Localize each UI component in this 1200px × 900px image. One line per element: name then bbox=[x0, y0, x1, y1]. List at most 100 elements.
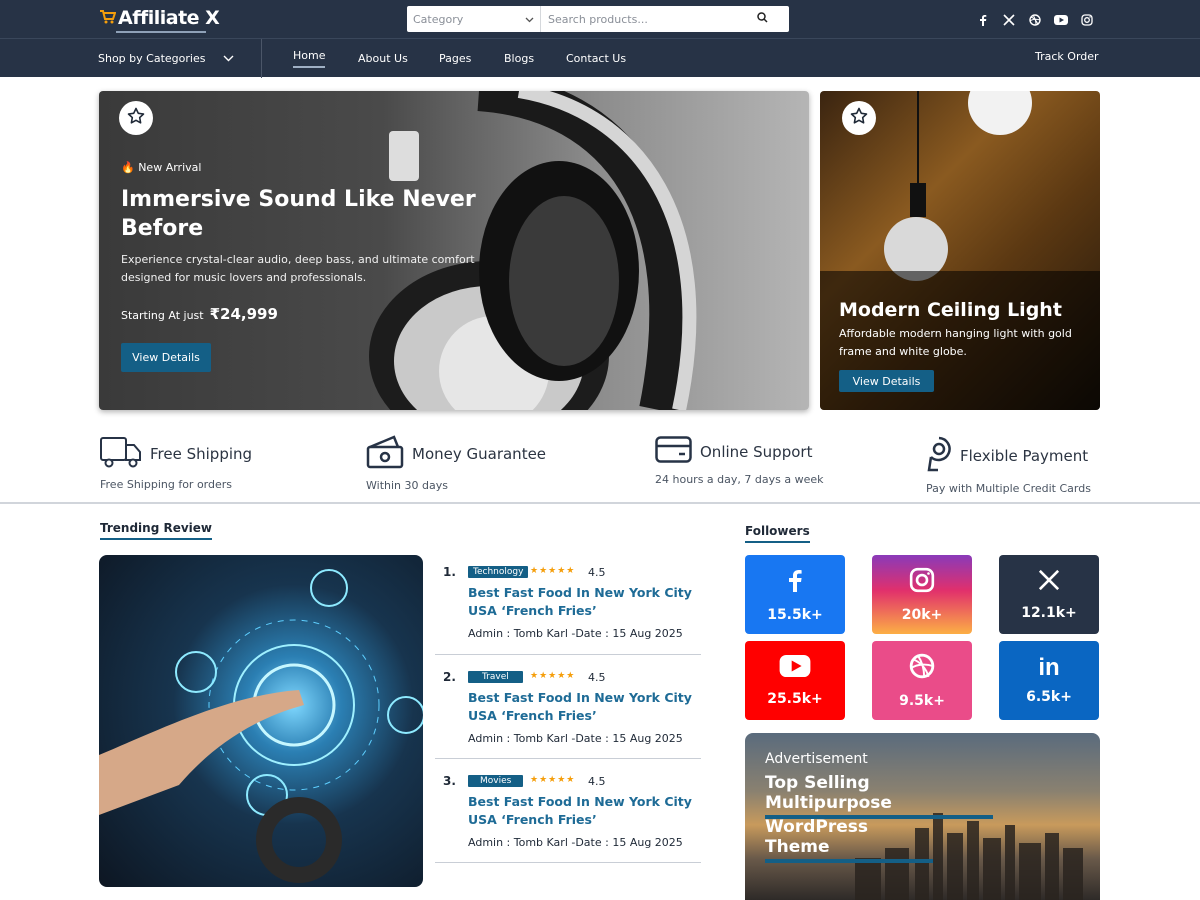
follower-count: 12.1k+ bbox=[1021, 604, 1077, 621]
linkedin-icon: in bbox=[1038, 653, 1060, 681]
side-banner-description: Affordable modern hanging light with gol… bbox=[839, 327, 1072, 358]
category-select[interactable]: Category bbox=[407, 6, 541, 32]
main-nav: Shop by Categories Home About Us Pages B… bbox=[0, 38, 1200, 78]
search-input[interactable]: Search products... bbox=[541, 12, 789, 26]
hero-view-details-button[interactable]: View Details bbox=[121, 343, 211, 372]
shop-by-categories-label: Shop by Categories bbox=[98, 52, 206, 65]
shop-by-categories-button[interactable]: Shop by Categories bbox=[98, 52, 234, 65]
side-banner: Modern Ceiling Light Affordable modern h… bbox=[820, 91, 1100, 410]
star-icon bbox=[850, 107, 868, 129]
dribbble-icon[interactable] bbox=[1028, 14, 1042, 26]
tag-label: New Arrival bbox=[138, 161, 202, 174]
rating-value: 4.5 bbox=[588, 775, 606, 788]
hero-description: Experience crystal-clear audio, deep bas… bbox=[121, 253, 475, 284]
ad-label: Advertisement bbox=[765, 751, 868, 767]
nav-item-blogs[interactable]: Blogs bbox=[504, 52, 534, 65]
feature-title: Flexible Payment bbox=[960, 447, 1089, 465]
feature-money-guarantee: Money Guarantee Within 30 days bbox=[366, 435, 546, 492]
side-banner-title: Modern Ceiling Light bbox=[839, 299, 1062, 321]
follower-card-x[interactable]: 12.1k+ bbox=[999, 555, 1099, 634]
nav-item-contact-us[interactable]: Contact Us bbox=[566, 52, 626, 65]
rating-value: 4.5 bbox=[588, 566, 606, 579]
feature-title: Online Support bbox=[700, 442, 813, 461]
favorite-button[interactable] bbox=[842, 101, 876, 135]
price-label: Starting At just bbox=[121, 309, 204, 322]
facebook-icon bbox=[787, 567, 803, 597]
youtube-icon bbox=[779, 654, 811, 681]
features-strip: Free Shipping Free Shipping for orders M… bbox=[0, 430, 1200, 504]
review-meta: Admin : Tomb Karl -Date : 15 Aug 2025 bbox=[468, 836, 683, 849]
follower-card-facebook[interactable]: 15.5k+ bbox=[745, 555, 845, 634]
track-order-link[interactable]: Track Order bbox=[1035, 50, 1099, 63]
search-icon[interactable] bbox=[757, 12, 768, 26]
feature-subtitle: Within 30 days bbox=[366, 479, 448, 492]
feature-online-support: Online Support 24 hours a day, 7 days a … bbox=[655, 436, 823, 486]
review-number: 3. bbox=[443, 774, 456, 788]
review-title-link[interactable]: Best Fast Food In New York City USA ‘Fre… bbox=[468, 793, 703, 829]
hero-banner: 🔥 New Arrival Immersive Sound Like Never… bbox=[99, 91, 809, 410]
chevron-down-icon bbox=[223, 52, 234, 65]
rating-value: 4.5 bbox=[588, 671, 606, 684]
dribbble-icon bbox=[909, 653, 935, 683]
review-number: 2. bbox=[443, 670, 456, 684]
review-item[interactable]: 1. Technology ★★★★★ 4.5 Best Fast Food I… bbox=[435, 565, 701, 655]
logo[interactable]: Affiliate X bbox=[100, 7, 220, 29]
follower-count: 15.5k+ bbox=[767, 606, 823, 623]
followers-heading: Followers bbox=[745, 524, 810, 543]
follower-count: 20k+ bbox=[901, 606, 943, 623]
truck-icon bbox=[100, 436, 142, 472]
review-category-badge[interactable]: Travel bbox=[468, 671, 523, 683]
hero-price: Starting At just ₹24,999 bbox=[121, 305, 278, 323]
feature-title: Money Guarantee bbox=[412, 445, 547, 463]
nav-item-home[interactable]: Home bbox=[293, 49, 326, 68]
fire-icon: 🔥 bbox=[121, 161, 135, 174]
money-icon bbox=[366, 435, 404, 473]
review-meta: Admin : Tomb Karl -Date : 15 Aug 2025 bbox=[468, 732, 683, 745]
nav-divider bbox=[261, 39, 262, 78]
feature-subtitle: Free Shipping for orders bbox=[100, 478, 233, 491]
nav-item-about-us[interactable]: About Us bbox=[358, 52, 408, 65]
review-item[interactable]: 2. Travel ★★★★★ 4.5 Best Fast Food In Ne… bbox=[435, 670, 701, 759]
price-value: ₹24,999 bbox=[209, 305, 278, 323]
instagram-icon[interactable] bbox=[1080, 14, 1094, 26]
review-category-badge[interactable]: Technology bbox=[468, 566, 529, 578]
search-placeholder: Search products... bbox=[548, 12, 648, 26]
favorite-button[interactable] bbox=[119, 101, 153, 135]
trending-heading: Trending Review bbox=[100, 521, 213, 540]
follower-card-youtube[interactable]: 25.5k+ bbox=[745, 641, 845, 720]
review-item[interactable]: 3. Movies ★★★★★ 4.5 Best Fast Food In Ne… bbox=[435, 774, 701, 863]
ad-headline-2: WordPress Theme bbox=[765, 817, 933, 863]
follower-card-instagram[interactable]: 20k+ bbox=[872, 555, 972, 634]
feature-flexible-payment: Flexible Payment Pay with Multiple Credi… bbox=[926, 436, 1091, 495]
star-icon bbox=[127, 107, 145, 129]
trending-image[interactable] bbox=[99, 555, 423, 887]
chevron-down-icon bbox=[525, 13, 534, 26]
follower-card-linkedin[interactable]: in 6.5k+ bbox=[999, 641, 1099, 720]
advertisement-banner[interactable]: Advertisement Top Selling Multipurpose W… bbox=[745, 733, 1100, 900]
x-icon bbox=[1038, 569, 1060, 595]
rating-stars: ★★★★★ bbox=[530, 671, 576, 681]
review-title-link[interactable]: Best Fast Food In New York City USA ‘Fre… bbox=[468, 689, 703, 725]
review-title-link[interactable]: Best Fast Food In New York City USA ‘Fre… bbox=[468, 584, 703, 620]
nav-item-pages[interactable]: Pages bbox=[439, 52, 471, 65]
follower-card-dribbble[interactable]: 9.5k+ bbox=[872, 641, 972, 720]
payment-icon bbox=[926, 436, 952, 476]
category-placeholder: Category bbox=[413, 12, 464, 26]
feature-free-shipping: Free Shipping Free Shipping for orders bbox=[100, 436, 252, 491]
cart-icon bbox=[100, 7, 117, 29]
top-bar: Affiliate X Category Search products... bbox=[0, 0, 1200, 38]
facebook-icon[interactable] bbox=[976, 14, 990, 26]
follower-count: 6.5k+ bbox=[1026, 688, 1072, 705]
rating-stars: ★★★★★ bbox=[530, 566, 576, 576]
review-meta: Admin : Tomb Karl -Date : 15 Aug 2025 bbox=[468, 627, 683, 640]
rating-stars: ★★★★★ bbox=[530, 775, 576, 785]
review-category-badge[interactable]: Movies bbox=[468, 775, 524, 787]
dashboard-touch-image bbox=[99, 569, 423, 883]
x-icon[interactable] bbox=[1002, 14, 1016, 26]
logo-underline bbox=[116, 31, 206, 33]
feature-subtitle: Pay with Multiple Credit Cards bbox=[926, 482, 1091, 495]
hero-title: Immersive Sound Like Never Before bbox=[121, 187, 476, 241]
youtube-icon[interactable] bbox=[1054, 14, 1068, 26]
side-view-details-button[interactable]: View Details bbox=[839, 370, 934, 392]
instagram-icon bbox=[909, 567, 935, 597]
